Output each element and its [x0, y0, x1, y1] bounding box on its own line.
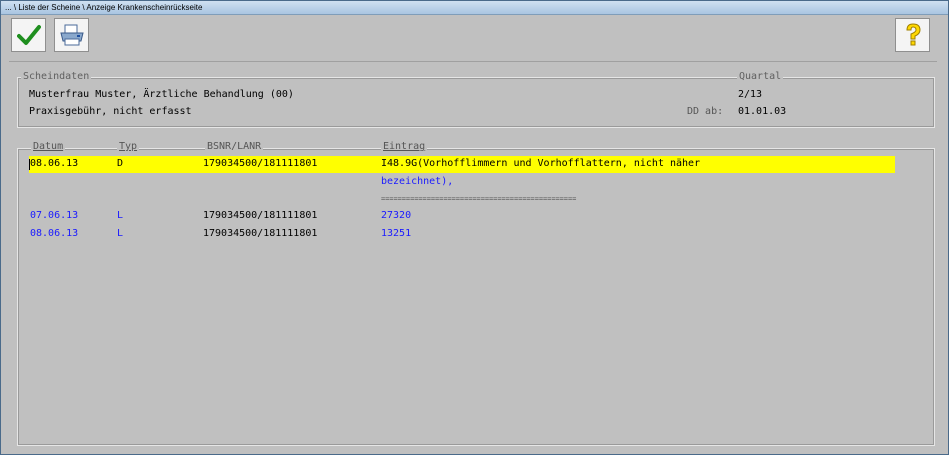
row3-typ[interactable]: L [117, 210, 123, 222]
column-header-bsnr[interactable]: BSNR/LANR [205, 141, 264, 153]
row4-typ[interactable]: L [117, 228, 123, 240]
toolbar-separator [9, 61, 937, 62]
row1-eintrag-continued[interactable]: bezeichnet), [381, 176, 453, 188]
dd-value: 01.01.03 [738, 106, 787, 117]
help-button[interactable] [895, 18, 930, 52]
row3-eintrag[interactable]: 27320 [381, 210, 411, 222]
column-header-eintrag[interactable]: Eintrag [381, 141, 428, 153]
quartal-legend: Quartal [737, 71, 784, 82]
row4-bsnr[interactable]: 179034500/181111801 [203, 228, 317, 240]
column-header-typ[interactable]: Typ [117, 141, 140, 153]
ok-button[interactable] [11, 18, 46, 52]
help-icon [905, 23, 921, 46]
scheindaten-legend: Scheindaten [21, 71, 92, 82]
row3-datum[interactable]: 07.06.13 [30, 210, 78, 222]
checkmark-icon [16, 25, 41, 45]
separator-line: ========================================… [381, 195, 577, 203]
toolbar [9, 18, 941, 54]
column-header-datum[interactable]: Datum [31, 141, 66, 153]
app-window: ... \ Liste der Scheine \ Anzeige Kranke… [0, 0, 949, 455]
dd-label: DD ab: [687, 106, 724, 117]
row1-bsnr[interactable]: 179034500/181111801 [203, 158, 317, 170]
print-button[interactable] [54, 18, 89, 52]
printer-icon [59, 24, 84, 46]
row1-eintrag[interactable]: I48.9G(Vorhofflimmern und Vorhofflattern… [381, 158, 700, 170]
row4-eintrag[interactable]: 13251 [381, 228, 411, 240]
window-title: ... \ Liste der Scheine \ Anzeige Kranke… [1, 1, 948, 15]
patient-text: Musterfrau Muster, Ärztliche Behandlung … [29, 89, 294, 100]
praxisgebuehr-text: Praxisgebühr, nicht erfasst [29, 106, 192, 117]
row1-datum[interactable]: 08.06.13 [30, 158, 78, 170]
quartal-value: 2/13 [738, 89, 763, 100]
row4-datum[interactable]: 08.06.13 [30, 228, 78, 240]
row3-bsnr[interactable]: 179034500/181111801 [203, 210, 317, 222]
row1-typ[interactable]: D [117, 158, 123, 170]
scheindaten-group [17, 77, 935, 128]
